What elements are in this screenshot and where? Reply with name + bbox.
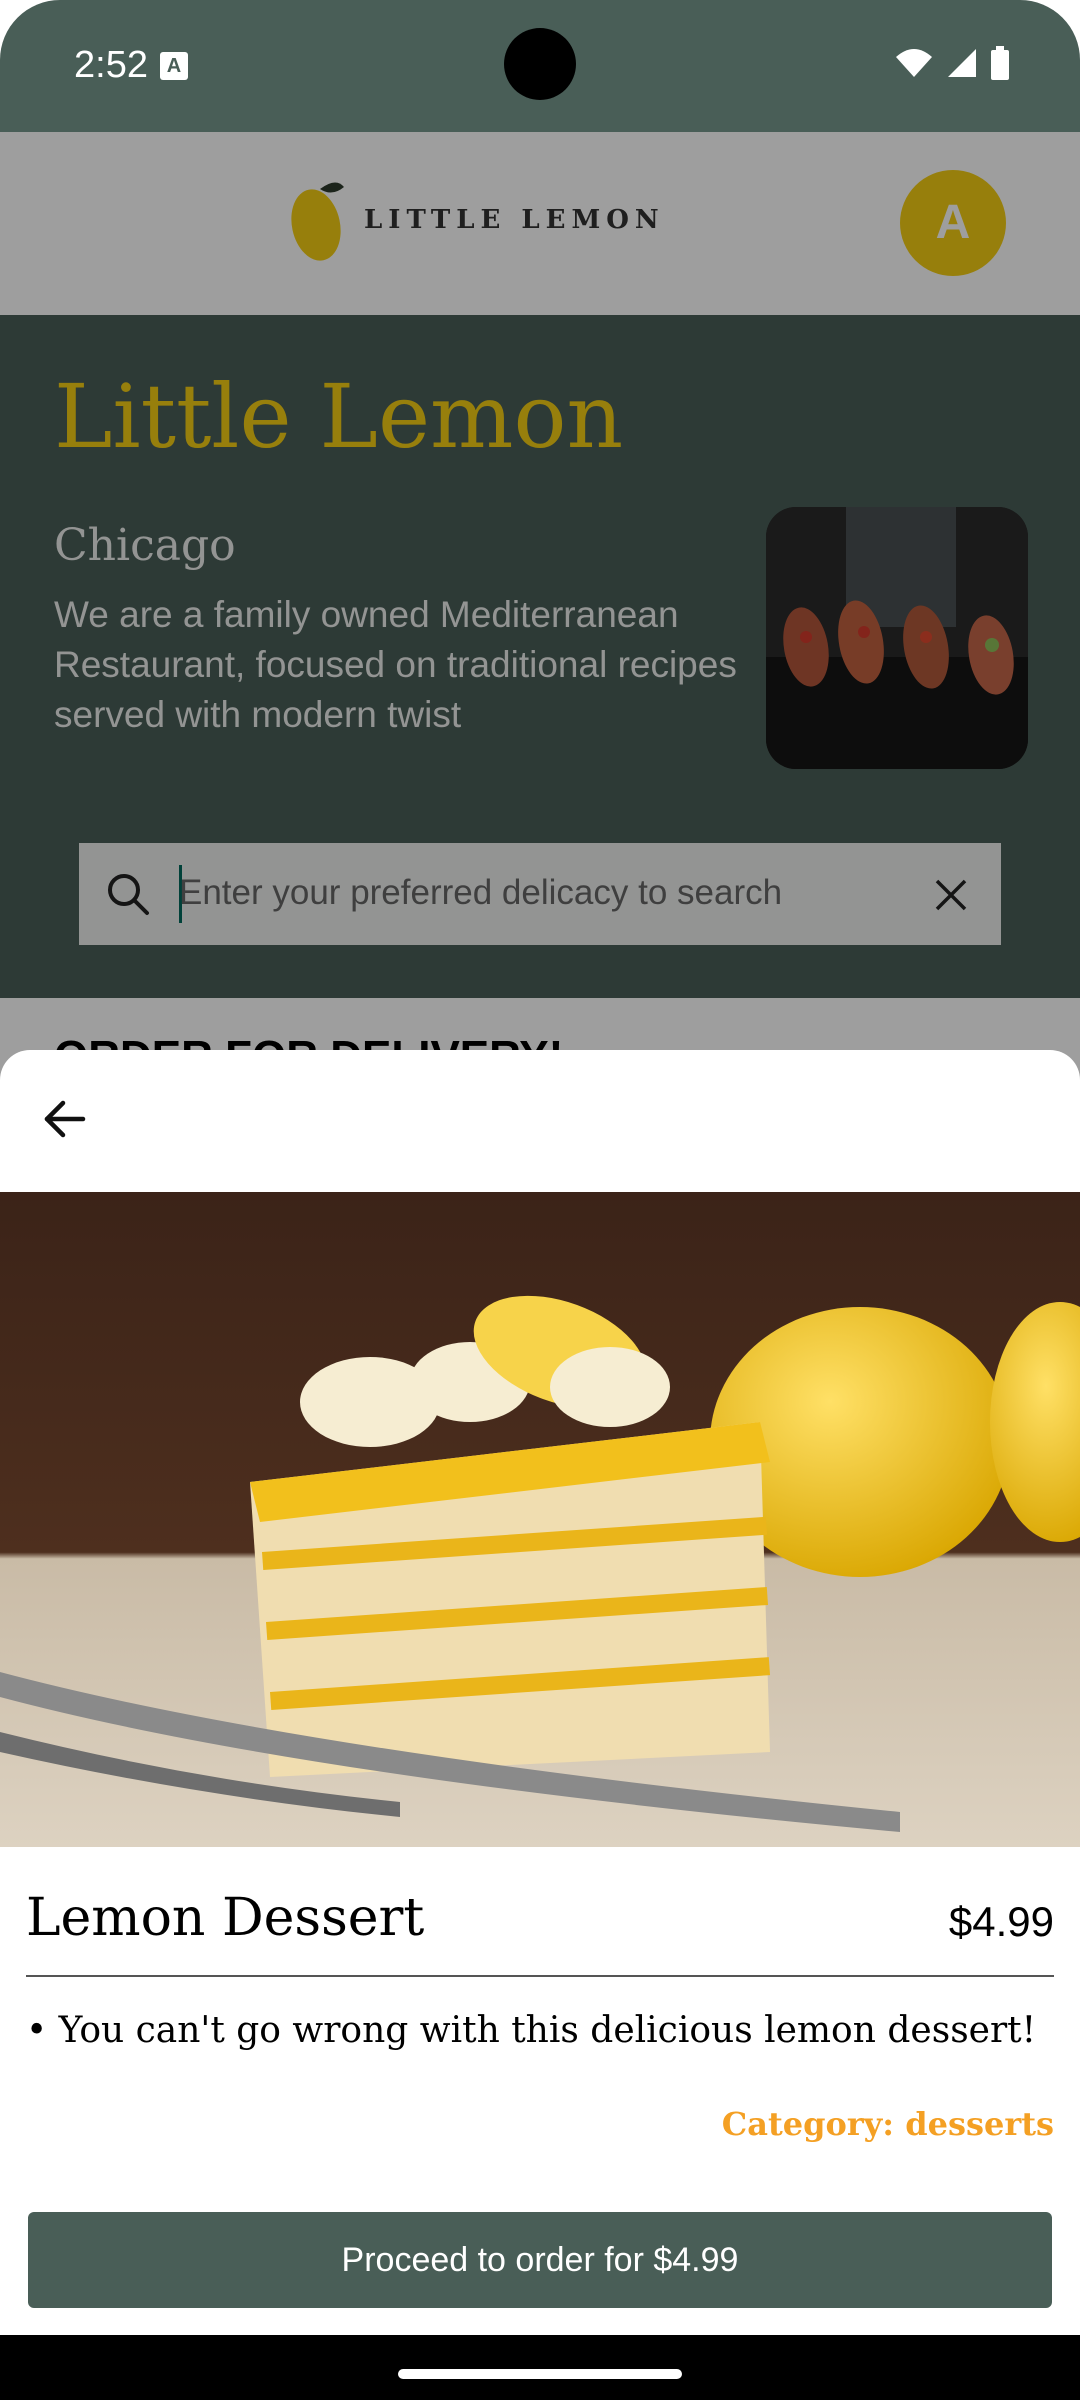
proceed-order-button[interactable]: Proceed to order for $4.99 [28,2212,1052,2308]
signal-icon [948,49,976,77]
dish-name: Lemon Dessert [26,1888,425,1948]
status-time: 2:52 [74,44,148,86]
dish-price: $4.99 [948,1898,1054,1945]
dish-category: Category: desserts [721,2105,1054,2143]
accessibility-icon: A [160,52,188,80]
dish-description: • You can't go wrong with this delicious… [26,2010,1037,2051]
divider [26,1975,1054,1977]
home-indicator[interactable] [398,2369,682,2379]
lemon-cake-photo-icon [0,1192,1080,1847]
dish-image [0,1192,1080,1847]
status-icons [894,46,1010,80]
camera-cutout [504,28,576,100]
wifi-icon [896,49,932,77]
battery-icon [991,46,1009,80]
dish-detail-sheet: Lemon Dessert $4.99 • You can't go wrong… [0,1050,1080,2335]
status-bar: 2:52 A [0,0,1080,132]
arrow-back-icon [44,1100,86,1138]
navigation-bar [0,2335,1080,2400]
back-button[interactable] [34,1088,96,1150]
